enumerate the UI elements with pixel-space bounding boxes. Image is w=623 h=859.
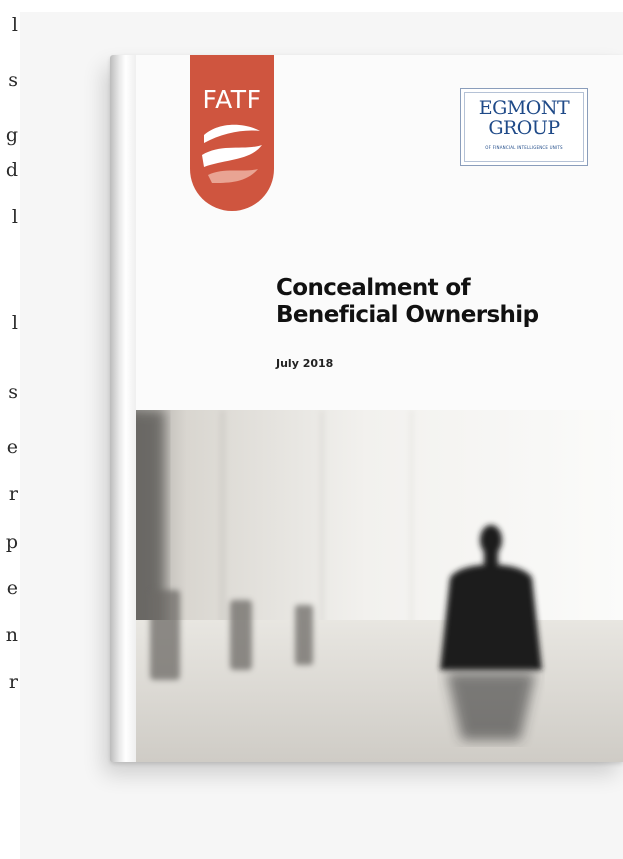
fatf-logo-text: FATF	[202, 85, 262, 114]
report-title-line2: Beneficial Ownership	[276, 302, 539, 328]
report-cover: FATF EGMONT GROUP OF FINANCIAL INTELLIGE…	[110, 55, 623, 762]
text-fragment: d	[5, 159, 18, 181]
egmont-logo-line1: EGMONT	[478, 97, 570, 119]
egmont-group-logo: EGMONT GROUP OF FINANCIAL INTELLIGENCE U…	[460, 88, 588, 166]
egmont-logo-tagline: OF FINANCIAL INTELLIGENCE UNITS	[485, 145, 563, 150]
text-fragment: r	[8, 671, 18, 693]
text-fragment: r	[8, 483, 18, 505]
egmont-logo-line2: GROUP	[488, 117, 560, 139]
clipped-body-text: l s g d l l s e r p e n r	[0, 0, 20, 859]
text-fragment: g	[5, 124, 18, 146]
text-fragment: l	[11, 206, 18, 228]
text-fragment: l	[11, 312, 18, 334]
book-spine	[110, 55, 136, 762]
report-date: July 2018	[276, 357, 334, 370]
text-fragment: l	[11, 14, 18, 36]
cover-photo-boardroom-silhouette	[110, 410, 623, 762]
text-fragment: n	[5, 624, 18, 646]
text-fragment: e	[6, 436, 18, 458]
text-fragment: s	[8, 69, 18, 91]
report-title-line1: Concealment of	[276, 275, 471, 301]
text-fragment: s	[8, 381, 18, 403]
report-title: Concealment of Beneficial Ownership	[276, 275, 539, 329]
text-fragment: p	[5, 531, 18, 553]
text-fragment: e	[6, 577, 18, 599]
fatf-swoosh-icon	[202, 124, 262, 183]
fatf-logo: FATF	[190, 55, 274, 211]
